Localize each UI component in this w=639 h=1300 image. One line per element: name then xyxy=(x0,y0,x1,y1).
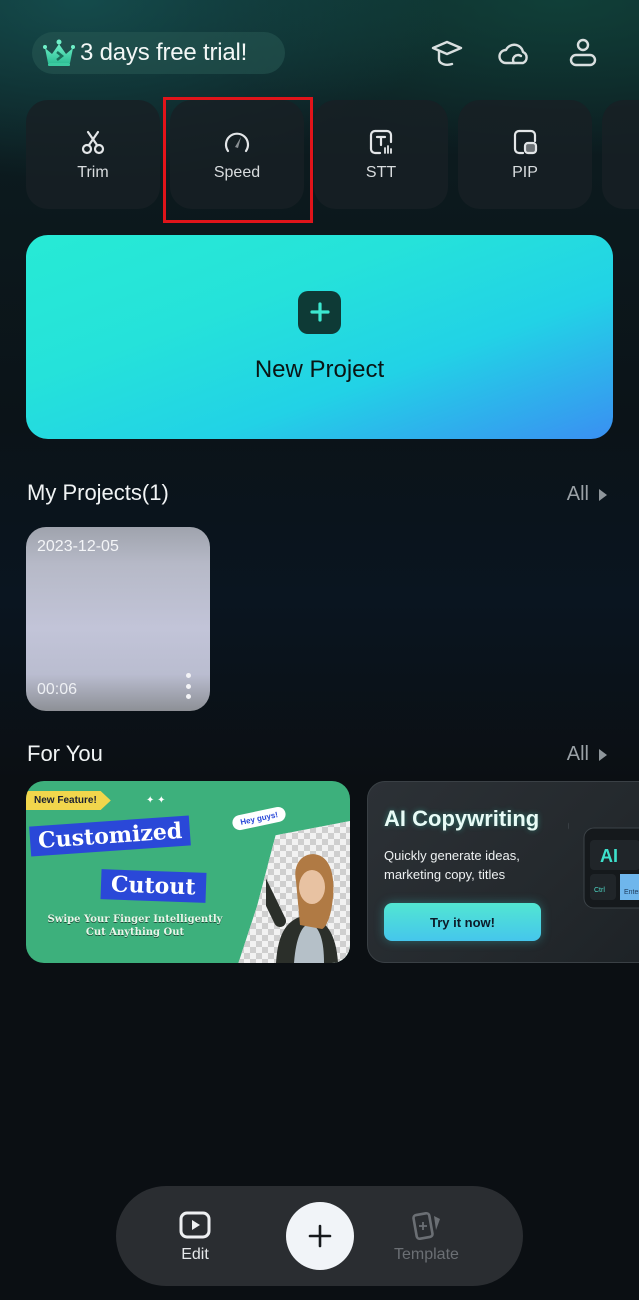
banner-title-line2: Cutout xyxy=(100,869,206,903)
tool-label: Trim xyxy=(77,163,109,181)
nav-edit-label: Edit xyxy=(181,1246,209,1263)
crown-icon xyxy=(43,39,75,66)
key-ctrl-label: Ctrl xyxy=(594,887,605,894)
banner-subtitle-line1: Swipe Your Finger Intelligently xyxy=(47,914,223,925)
sparkle-icon: ✦ ✦ xyxy=(146,795,166,806)
cloud-icon[interactable] xyxy=(497,36,531,70)
plus-icon xyxy=(298,290,341,334)
speech-bubble: Hey guys! xyxy=(231,805,288,832)
quick-tools: Trim Speed STT PIP xyxy=(26,100,639,209)
speech-to-text-icon xyxy=(369,129,393,154)
free-trial-label: 3 days free trial! xyxy=(80,39,248,66)
for-you-title: For You xyxy=(27,741,103,766)
my-projects-all-link[interactable]: All xyxy=(567,483,607,506)
keyboard-keys-illustration: AI Ctrl Enter xyxy=(568,822,639,909)
plus-icon xyxy=(308,1224,332,1248)
project-duration: 00:06 xyxy=(37,681,78,698)
banner-title-line1: Customized xyxy=(29,815,192,857)
project-card[interactable]: 2023-12-05 00:06 xyxy=(26,527,210,711)
for-you-all-link[interactable]: All xyxy=(567,743,607,766)
bottom-nav: Edit Template xyxy=(116,1186,523,1286)
template-cards-icon xyxy=(412,1211,441,1240)
key-enter-label: Enter xyxy=(624,889,639,896)
selfie-person-illustration xyxy=(266,854,338,963)
tool-trim[interactable]: Trim xyxy=(26,100,160,209)
speed-highlight-box xyxy=(163,97,313,223)
ai-banner-title: AI Copywriting xyxy=(384,806,540,831)
play-square-icon xyxy=(179,1211,211,1239)
add-fab-button[interactable] xyxy=(286,1202,354,1270)
new-feature-tag: New Feature! xyxy=(26,791,111,810)
project-date: 2023-12-05 xyxy=(37,538,119,555)
more-options-icon[interactable] xyxy=(184,673,192,699)
nav-template[interactable]: Template xyxy=(394,1210,459,1264)
nav-edit[interactable]: Edit xyxy=(178,1210,212,1264)
picture-in-picture-icon xyxy=(513,129,538,154)
scissors-icon xyxy=(81,130,105,154)
new-project-label: New Project xyxy=(254,355,385,383)
ai-banner-description: Quickly generate ideas, marketing copy, … xyxy=(384,848,520,882)
caret-right-icon xyxy=(599,488,607,501)
banner-subtitle-line2: Cut Anything Out xyxy=(85,927,185,938)
tool-stt[interactable]: STT xyxy=(314,100,448,209)
tool-pip[interactable]: PIP xyxy=(458,100,592,209)
key-ai-label: AI xyxy=(600,846,618,866)
all-label: All xyxy=(566,743,589,765)
try-it-now-button[interactable]: Try it now! xyxy=(384,903,541,941)
ai-copywriting-banner[interactable]: AI Copywriting Quickly generate ideas, m… xyxy=(367,781,639,963)
customized-cutout-banner[interactable]: Hey guys! New Feature! ✦ ✦ Customized Cu… xyxy=(26,781,350,963)
graduation-cap-icon[interactable] xyxy=(430,36,464,70)
new-project-button[interactable]: New Project xyxy=(26,235,613,439)
user-icon[interactable] xyxy=(566,36,600,70)
all-label: All xyxy=(566,483,589,505)
caret-right-icon xyxy=(599,748,607,761)
nav-template-label: Template xyxy=(394,1246,459,1263)
tool-label: STT xyxy=(365,163,397,181)
free-trial-button[interactable]: 3 days free trial! xyxy=(32,32,285,74)
my-projects-title: My Projects(1) xyxy=(27,480,169,505)
tool-more-partial[interactable] xyxy=(602,100,639,209)
tool-label: PIP xyxy=(512,163,538,181)
banner-subtitle: Swipe Your Finger Intelligently Cut Anyt… xyxy=(30,913,240,939)
